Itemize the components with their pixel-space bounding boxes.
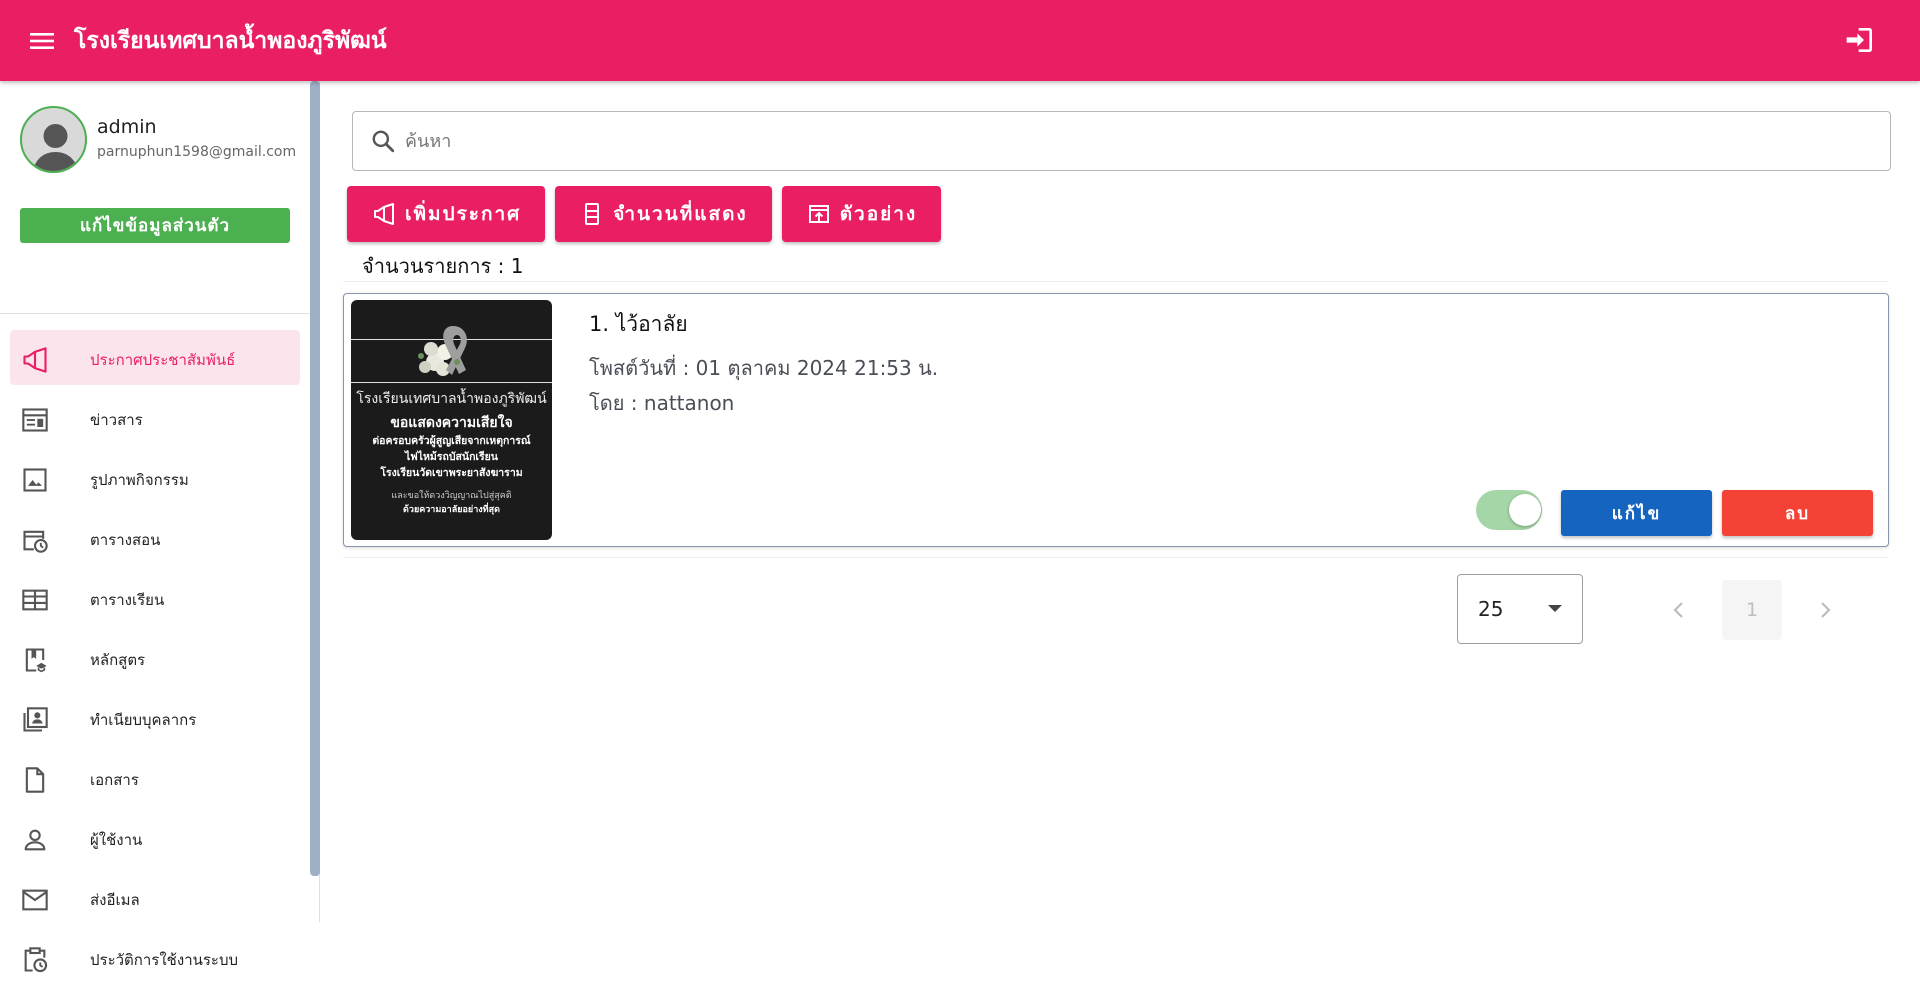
thumbnail-rule <box>351 382 552 383</box>
toggle-knob <box>1509 494 1541 526</box>
edit-profile-button[interactable]: แก้ไขข้อมูลส่วนตัว <box>20 208 290 243</box>
mail-icon <box>21 886 49 914</box>
thumbnail-text-line: ไฟไหม้รถบัสนักเรียน <box>404 451 498 463</box>
newspaper-icon <box>21 406 49 434</box>
sidebar: admin parnuphun1598@gmail.com แก้ไขข้อมู… <box>0 81 320 973</box>
sidebar-item-label: ส่งอีเมล <box>90 891 140 909</box>
thumbnail-text: ต่อครอบครัวผู้สูญเสียจากเหตุการณ์ ไฟไหม้… <box>351 433 552 481</box>
sidebar-item-usage-history[interactable]: ประวัติการใช้งานระบบ <box>0 930 310 990</box>
login-icon[interactable] <box>1838 18 1882 62</box>
search-input[interactable] <box>405 130 1805 152</box>
edit-button[interactable]: แก้ไข <box>1561 490 1712 536</box>
contacts-icon <box>21 706 49 734</box>
publish-toggle[interactable] <box>1476 490 1542 530</box>
per-page-select[interactable]: 25 <box>1457 574 1583 644</box>
sidebar-item-label: ทำเนียบบุคลากร <box>90 711 197 729</box>
sidebar-item-label: ตารางสอน <box>90 531 161 549</box>
sidebar-item-label: ประกาศประชาสัมพันธ์ <box>90 351 236 369</box>
thumbnail-text-line: ต่อครอบครัวผู้สูญเสียจากเหตุการณ์ <box>372 435 531 447</box>
user-icon <box>21 826 49 854</box>
divider <box>343 281 1888 282</box>
preview-label: ตัวอย่าง <box>839 203 918 225</box>
avatar <box>20 106 87 173</box>
page-number-button[interactable]: 1 <box>1722 580 1782 640</box>
preview-button[interactable]: ตัวอย่าง <box>781 186 942 242</box>
sidebar-item-users[interactable]: ผู้ใช้งาน <box>0 810 310 870</box>
mourning-ribbon-icon <box>418 326 467 376</box>
sidebar-item-send-email[interactable]: ส่งอีเมล <box>0 870 310 930</box>
search-icon <box>369 127 397 155</box>
sidebar-item-label: ข่าวสาร <box>90 411 143 429</box>
sidebar-item-label: ประวัติการใช้งานระบบ <box>90 951 239 969</box>
post-author: โดย : nattanon <box>589 391 735 415</box>
thumbnail-text: โรงเรียนเทศบาลน้ำพองภูริพัฒน์ <box>356 391 547 407</box>
thumbnail-text-line: โรงเรียนวัดเขาพระยาสังฆาราม <box>380 467 523 479</box>
caret-down-icon <box>1548 605 1562 612</box>
calendar-clock-icon <box>21 526 49 554</box>
sidebar-item-label: เอกสาร <box>90 771 139 789</box>
list-numbered-icon <box>579 201 605 227</box>
add-announcement-button[interactable]: เพิ่มประกาศ <box>347 186 546 242</box>
delete-button[interactable]: ลบ <box>1722 490 1873 536</box>
sidebar-item-label: หลักสูตร <box>90 651 146 669</box>
table-icon <box>21 586 49 614</box>
megaphone-icon <box>371 201 397 227</box>
clipboard-clock-icon <box>21 946 49 974</box>
display-count-button[interactable]: จำนวนที่แสดง <box>555 186 772 242</box>
sidebar-item-curriculum[interactable]: หลักสูตร <box>0 630 310 690</box>
display-count-label: จำนวนที่แสดง <box>613 203 748 225</box>
image-icon <box>21 466 49 494</box>
user-name: admin <box>97 116 157 138</box>
file-icon <box>21 766 49 794</box>
announcement-thumbnail[interactable]: โรงเรียนเทศบาลน้ำพองภูริพัฒน์ ขอแสดงความ… <box>351 300 552 540</box>
prev-page-button[interactable] <box>1662 585 1696 635</box>
thumbnail-text: ขอแสดงความเสียใจ <box>390 415 513 431</box>
sidebar-item-personnel[interactable]: ทำเนียบบุคลากร <box>0 690 310 750</box>
sidebar-nav: ประกาศประชาสัมพันธ์ ข่าวสาร รูปภาพกิจกรร… <box>0 330 310 990</box>
sidebar-item-label: รูปภาพกิจกรรม <box>90 471 189 489</box>
per-page-value: 25 <box>1478 597 1504 621</box>
sidebar-item-label: ผู้ใช้งาน <box>90 831 143 849</box>
divider <box>343 557 1888 558</box>
thumbnail-text: และขอให้ดวงวิญญาณไปสู่สุคติ <box>391 491 512 501</box>
sidebar-item-label: ตารางเรียน <box>90 591 165 609</box>
sidebar-item-announcements[interactable]: ประกาศประชาสัมพันธ์ <box>0 330 310 390</box>
add-announcement-label: เพิ่มประกาศ <box>405 203 522 225</box>
sidebar-scrollbar[interactable] <box>310 81 320 876</box>
user-email: parnuphun1598@gmail.com <box>97 144 297 160</box>
sidebar-item-news[interactable]: ข่าวสาร <box>0 390 310 450</box>
sidebar-item-activity-photos[interactable]: รูปภาพกิจกรรม <box>0 450 310 510</box>
megaphone-icon <box>21 346 49 374</box>
post-date: โพสต์วันที่ : 01 ตุลาคม 2024 21:53 น. <box>589 356 939 380</box>
sidebar-item-teaching-schedule[interactable]: ตารางสอน <box>0 510 310 570</box>
sidebar-item-documents[interactable]: เอกสาร <box>0 750 310 810</box>
item-count: จำนวนรายการ : 1 <box>362 254 524 278</box>
app-bar: โรงเรียนเทศบาลน้ำพองภูริพัฒน์ <box>0 0 1920 81</box>
next-page-button[interactable] <box>1808 585 1842 635</box>
sidebar-item-class-schedule[interactable]: ตารางเรียน <box>0 570 310 630</box>
open-in-browser-icon <box>806 201 832 227</box>
sidebar-divider <box>0 313 310 314</box>
book-school-icon <box>21 646 49 674</box>
chevron-right-icon <box>1821 602 1831 618</box>
toolbar: เพิ่มประกาศ จำนวนที่แสดง ตัวอย่าง <box>347 186 942 242</box>
search-box[interactable] <box>352 111 1891 171</box>
post-title[interactable]: 1. ไว้อาลัย <box>589 308 688 341</box>
chevron-left-icon <box>1673 602 1683 618</box>
thumbnail-text: ด้วยความอาลัยอย่างที่สุด <box>403 505 500 515</box>
announcement-card[interactable]: โรงเรียนเทศบาลน้ำพองภูริพัฒน์ ขอแสดงความ… <box>343 293 1889 547</box>
menu-icon[interactable] <box>20 19 64 63</box>
app-title: โรงเรียนเทศบาลน้ำพองภูริพัฒน์ <box>74 27 387 54</box>
